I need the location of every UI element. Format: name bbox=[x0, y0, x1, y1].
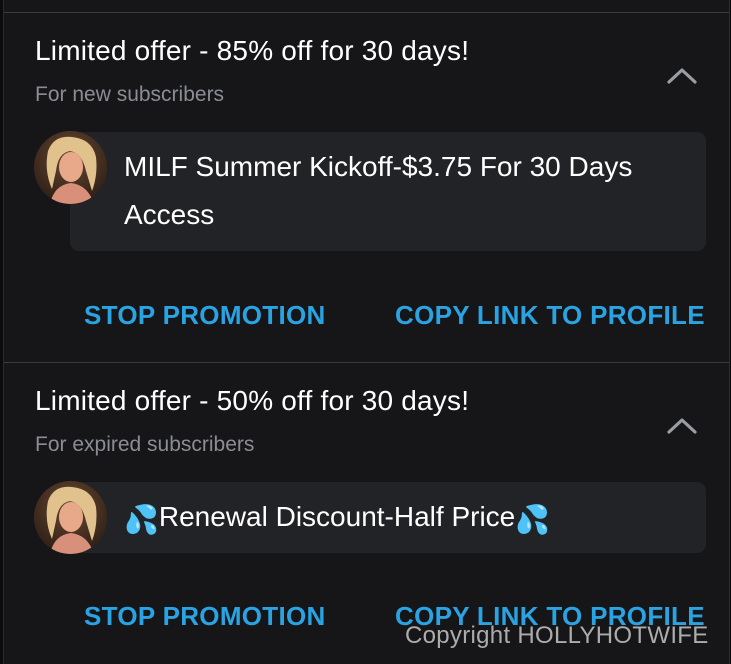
avatar[interactable] bbox=[34, 481, 107, 554]
chevron-up-icon[interactable] bbox=[664, 63, 700, 87]
promotion-message: MILF Summer Kickoff-$3.75 For 30 Days Ac… bbox=[124, 151, 633, 230]
promotion-card: Limited offer - 85% off for 30 days! For… bbox=[4, 13, 729, 362]
promotions-panel: Limited offer - 85% off for 30 days! For… bbox=[3, 0, 730, 664]
copyright-watermark: Copyright HOLLYHOTWIFE bbox=[405, 622, 709, 649]
promotion-title: Limited offer - 50% off for 30 days! bbox=[35, 385, 470, 416]
copy-link-to-profile-button[interactable]: COPY LINK TO PROFILE bbox=[395, 300, 705, 331]
sweat-droplets-icon: 💦 bbox=[515, 504, 551, 535]
promotion-title: Limited offer - 85% off for 30 days! bbox=[35, 35, 470, 66]
chevron-up-icon[interactable] bbox=[664, 413, 700, 437]
promotion-message-bubble: 💦Renewal Discount-Half Price💦 bbox=[70, 482, 706, 553]
avatar[interactable] bbox=[34, 131, 107, 204]
promotion-audience: For new subscribers bbox=[35, 83, 225, 106]
promotion-audience: For expired subscribers bbox=[35, 433, 255, 456]
promotion-message-line: 💦Renewal Discount-Half Price💦 bbox=[124, 493, 686, 544]
promotion-message: Renewal Discount-Half Price bbox=[158, 501, 516, 532]
stop-promotion-button[interactable]: STOP PROMOTION bbox=[84, 601, 326, 632]
sweat-droplets-icon: 💦 bbox=[124, 504, 159, 535]
promotion-card: Limited offer - 50% off for 30 days! For… bbox=[4, 363, 729, 664]
promotion-message-bubble: MILF Summer Kickoff-$3.75 For 30 Days Ac… bbox=[70, 132, 706, 251]
stop-promotion-button[interactable]: STOP PROMOTION bbox=[84, 300, 326, 331]
